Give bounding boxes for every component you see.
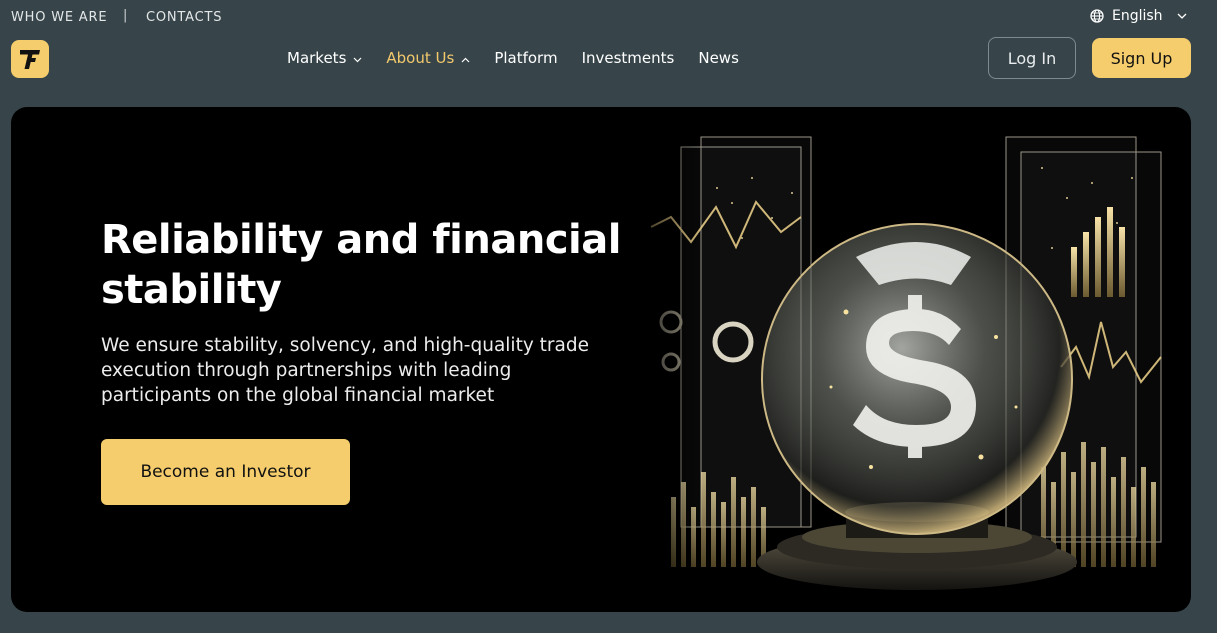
who-we-are-link[interactable]: WHO WE ARE	[11, 10, 107, 25]
hero-illustration	[621, 107, 1162, 612]
chevron-down-icon	[353, 49, 362, 67]
logo-icon[interactable]	[11, 40, 49, 78]
become-investor-button[interactable]: Become an Investor	[101, 439, 350, 505]
signup-button[interactable]: Sign Up	[1092, 38, 1191, 78]
nav-item-investments[interactable]: Investments	[582, 49, 675, 67]
main-navigation: Markets About Us Platform Investments Ne…	[287, 48, 763, 68]
nav-item-platform[interactable]: Platform	[494, 49, 557, 67]
hero-banner: Reliability and financial stability We e…	[11, 107, 1191, 612]
nav-item-markets[interactable]: Markets	[287, 49, 362, 67]
topbar-separator: |	[123, 8, 128, 23]
hero-title: Reliability and financial stability	[101, 217, 621, 313]
hero-subtitle: We ensure stability, solvency, and high-…	[101, 335, 589, 406]
chevron-up-icon	[461, 49, 470, 67]
nav-item-label: Investments	[581, 49, 675, 67]
contacts-link[interactable]: CONTACTS	[146, 10, 222, 25]
nav-item-news[interactable]: News	[698, 49, 739, 67]
nav-item-about-us[interactable]: About Us	[386, 49, 470, 67]
language-label: English	[1112, 8, 1163, 24]
globe-icon	[1090, 9, 1104, 23]
language-selector[interactable]: English	[1090, 8, 1187, 24]
login-button[interactable]: Log In	[988, 37, 1076, 79]
nav-item-label: Platform	[494, 49, 558, 67]
chevron-down-icon	[1177, 13, 1187, 19]
nav-item-label: About Us	[386, 49, 455, 67]
nav-item-label: News	[698, 49, 739, 67]
top-utility-bar: WHO WE ARE | CONTACTS English	[0, 0, 1217, 34]
nav-item-label: Markets	[287, 49, 347, 67]
